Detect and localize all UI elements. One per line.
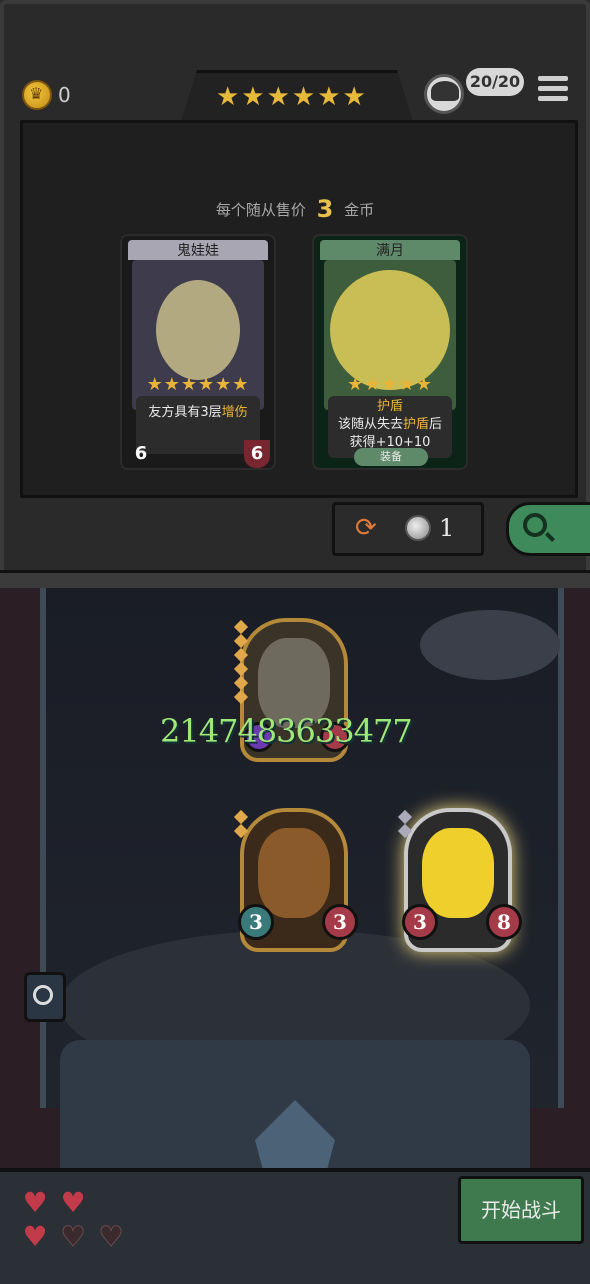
attack-stat: 6: [134, 443, 148, 464]
desc-keyword: 护盾: [402, 417, 429, 432]
start-battle-button[interactable]: 开始战斗: [458, 1176, 584, 1244]
gold-coin-icon: [22, 80, 52, 110]
sell-amount: 3: [316, 195, 334, 223]
silver-coin-icon: [405, 515, 431, 541]
refresh-panel[interactable]: ⟳ 1: [332, 502, 484, 556]
lives-hearts: ♥ ♥ ♥ ♥ ♥: [16, 1186, 136, 1254]
card-description: 友方具有3层增伤: [136, 396, 260, 454]
unit-portrait: [422, 828, 494, 918]
unit-rank-pips: [233, 809, 250, 840]
menu-icon[interactable]: [538, 76, 568, 104]
search-icon: [523, 513, 547, 537]
shop-inner-area: [20, 120, 578, 498]
refresh-icon[interactable]: ⟳: [355, 513, 377, 543]
card-stars: ★★★★★: [347, 374, 433, 395]
magnifier-icon: [33, 985, 53, 1005]
desc-title: 护盾: [376, 399, 403, 414]
refresh-cost: 1: [439, 514, 455, 542]
lives-badge: 20/20: [466, 68, 524, 96]
search-button[interactable]: [506, 502, 590, 556]
desc-text: 后: [429, 417, 443, 432]
health-badge: 8: [486, 904, 522, 940]
coin-count: 0: [58, 83, 71, 107]
equip-tag: 装备: [354, 448, 428, 466]
damage-number: 2147483633477: [160, 712, 413, 750]
health-badge: 3: [322, 904, 358, 940]
board-unit-cannon[interactable]: 3 8: [397, 808, 522, 952]
heart-icon: ♥: [60, 1186, 86, 1219]
tier-stars: ★★★★★★: [216, 82, 368, 112]
card-name: 满月: [320, 240, 460, 260]
card-stars: ★★★★★★: [146, 374, 250, 395]
desc-keyword: 增伤: [221, 405, 248, 420]
board-unit-hooded[interactable]: 3 3: [233, 808, 358, 952]
cloud-decoration: [420, 610, 560, 680]
card-name: 鬼娃娃: [128, 240, 268, 260]
health-stat: 6: [244, 440, 270, 468]
shop-card-full-moon[interactable]: 满月 ★★★★★ 护盾 该随从失去护盾后 获得+10+10 装备: [312, 234, 468, 470]
heart-icon: ♥: [22, 1186, 48, 1219]
attack-badge: 3: [238, 904, 274, 940]
attack-badge: 3: [402, 904, 438, 940]
player-avatar[interactable]: [424, 74, 464, 114]
unit-rank-pips: [397, 809, 414, 840]
heart-icon: ♥: [22, 1220, 48, 1253]
desc-text: 该随从失去: [337, 417, 403, 432]
zoom-button[interactable]: [24, 972, 66, 1022]
sell-prefix: 每个随从售价: [215, 201, 306, 219]
heart-empty-icon: ♥: [60, 1220, 86, 1253]
desc-text: 友方具有3层: [148, 405, 222, 420]
unit-rank-pips: [233, 619, 250, 706]
heart-empty-icon: ♥: [98, 1220, 124, 1253]
shop-card-ghost-doll[interactable]: 鬼娃娃 ★★★★★★ 友方具有3层增伤 6 6: [120, 234, 276, 470]
sell-price-text: 每个随从售价 3 金币: [0, 195, 590, 223]
desc-line-1: 该随从失去护盾后: [328, 416, 452, 434]
sell-suffix: 金币: [344, 201, 375, 219]
unit-portrait: [258, 828, 330, 918]
